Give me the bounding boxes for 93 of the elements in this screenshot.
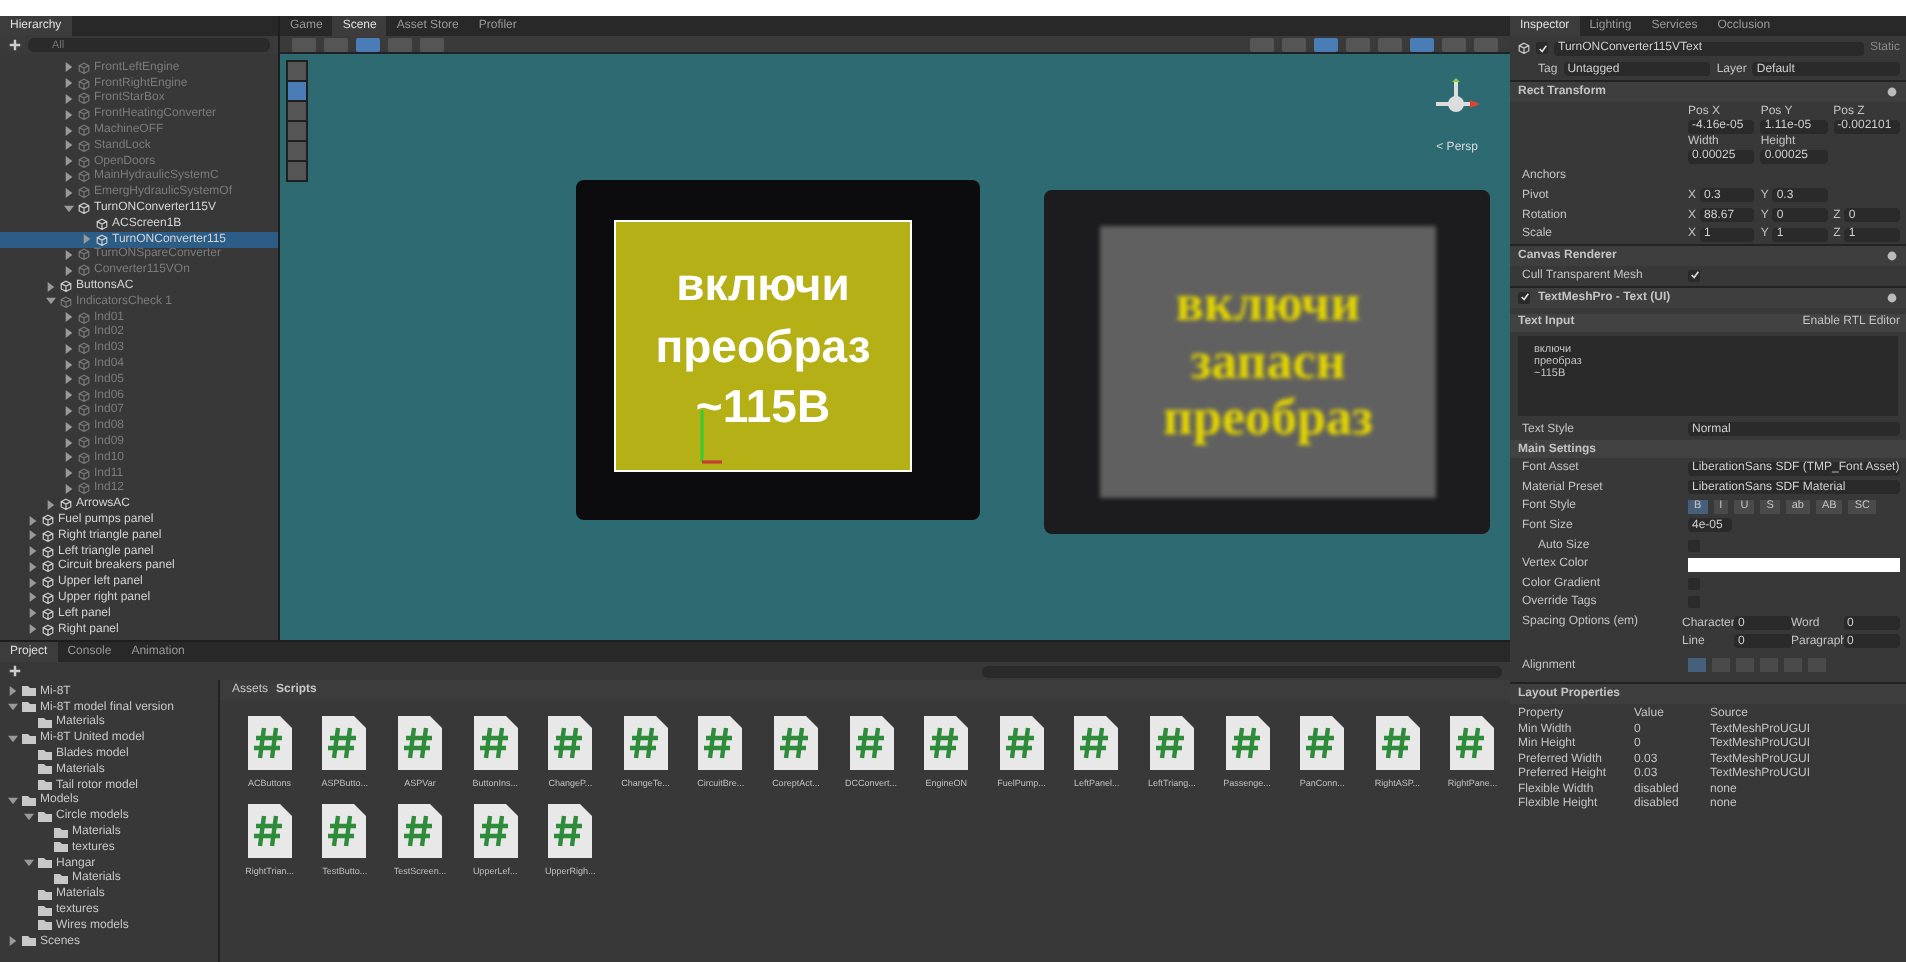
caret-icon[interactable] (64, 468, 74, 479)
cube-icon (42, 514, 54, 526)
add-icon[interactable] (8, 664, 22, 678)
script-file-icon[interactable] (322, 804, 367, 858)
settings-icon[interactable] (1886, 249, 1898, 262)
cube-icon (78, 420, 90, 433)
caret-icon[interactable] (64, 343, 74, 354)
cube-icon (96, 233, 108, 246)
script-file-icon[interactable] (698, 716, 743, 770)
settings-icon[interactable] (1886, 85, 1898, 98)
script-file-icon[interactable] (548, 804, 593, 858)
script-file-icon[interactable] (473, 804, 518, 858)
caret-icon[interactable] (8, 936, 18, 947)
cube-icon (60, 498, 72, 511)
script-file-icon[interactable] (849, 716, 894, 770)
cube-icon (78, 202, 90, 215)
caret-icon[interactable] (64, 156, 74, 167)
caret-icon[interactable] (64, 203, 74, 214)
cube-icon (78, 108, 90, 121)
caret-icon[interactable] (8, 795, 18, 806)
script-file-icon[interactable] (322, 716, 367, 770)
cube-icon (42, 607, 54, 620)
script-file-icon[interactable] (1375, 716, 1420, 770)
toolbar-button[interactable] (1410, 37, 1434, 51)
caret-icon[interactable] (64, 109, 74, 120)
caret-icon[interactable] (64, 265, 74, 276)
caret-icon[interactable] (82, 234, 92, 245)
script-file-icon[interactable] (397, 716, 442, 770)
caret-icon[interactable] (64, 171, 74, 182)
caret-icon[interactable] (8, 686, 18, 697)
caret-icon[interactable] (24, 858, 34, 869)
checkbox[interactable] (1518, 291, 1530, 304)
caret-icon[interactable] (64, 421, 74, 432)
caret-icon[interactable] (64, 78, 74, 89)
caret-icon[interactable] (28, 561, 38, 572)
caret-icon[interactable] (28, 515, 38, 525)
cube-icon (96, 217, 108, 230)
caret-icon[interactable] (24, 811, 34, 822)
caret-icon[interactable] (64, 359, 74, 370)
cube-icon (78, 61, 90, 74)
script-file-icon[interactable] (247, 716, 292, 770)
add-icon[interactable] (8, 38, 22, 52)
caret-icon[interactable] (46, 281, 56, 292)
script-file-icon[interactable] (397, 804, 442, 858)
caret-icon[interactable] (64, 140, 74, 151)
caret-icon[interactable] (64, 312, 74, 323)
caret-icon[interactable] (8, 702, 18, 713)
script-file-icon[interactable] (999, 716, 1044, 770)
cube-icon (78, 186, 90, 199)
caret-icon[interactable] (64, 249, 74, 260)
caret-icon[interactable] (64, 405, 74, 416)
caret-icon[interactable] (28, 577, 38, 588)
script-file-icon[interactable] (1149, 716, 1194, 770)
cube-icon (42, 529, 54, 542)
caret-icon[interactable] (64, 187, 74, 198)
script-file-icon[interactable] (623, 716, 668, 770)
caret-icon[interactable] (64, 62, 74, 73)
caret-icon[interactable] (64, 483, 74, 494)
color-swatch[interactable] (1688, 557, 1900, 572)
cube-icon (1518, 42, 1530, 54)
caret-icon[interactable] (64, 437, 74, 448)
caret-icon[interactable] (28, 624, 38, 635)
caret-icon[interactable] (64, 390, 74, 401)
settings-icon[interactable] (1886, 291, 1898, 304)
script-file-icon[interactable] (773, 716, 818, 770)
caret-icon[interactable] (64, 93, 74, 104)
cube-icon (78, 264, 90, 277)
cube-icon (42, 623, 54, 636)
cube-icon (78, 342, 90, 355)
script-file-icon[interactable] (1450, 716, 1495, 770)
caret-icon[interactable] (64, 327, 74, 338)
caret-icon[interactable] (46, 499, 56, 510)
checkbox[interactable] (1536, 42, 1548, 54)
script-file-icon[interactable] (247, 804, 292, 858)
caret-icon[interactable] (46, 296, 56, 307)
caret-icon[interactable] (28, 608, 38, 619)
script-file-icon[interactable] (1300, 716, 1345, 770)
caret-icon[interactable] (28, 530, 38, 541)
script-file-icon[interactable] (924, 716, 969, 770)
script-file-icon[interactable] (1225, 716, 1270, 770)
caret-icon[interactable] (64, 125, 74, 136)
script-file-icon[interactable] (473, 716, 518, 770)
caret-icon[interactable] (28, 546, 38, 557)
caret-icon[interactable] (64, 374, 74, 385)
caret-icon[interactable] (8, 733, 18, 744)
toolbar-button[interactable] (356, 37, 380, 51)
script-file-icon[interactable] (1074, 716, 1119, 770)
script-file-icon[interactable] (548, 716, 593, 770)
caret-icon[interactable] (28, 592, 38, 603)
checkbox[interactable] (1688, 269, 1700, 282)
cube-icon (78, 248, 90, 261)
caret-icon[interactable] (64, 452, 74, 463)
toolbar-button[interactable] (1314, 37, 1338, 51)
